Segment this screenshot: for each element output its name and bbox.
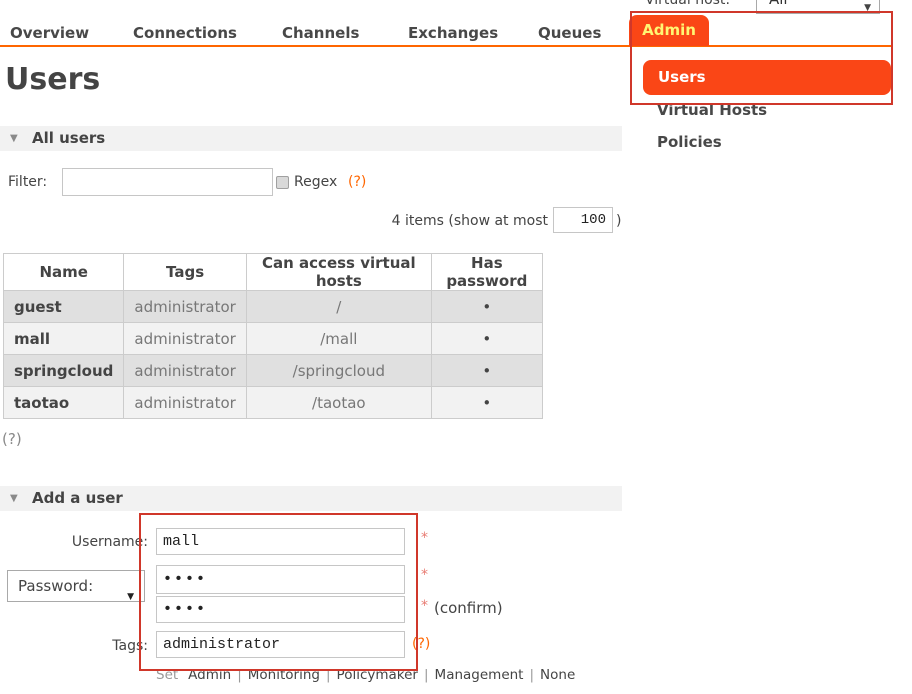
tags-help-link[interactable]: (?) [412, 636, 430, 652]
col-header-name: Name [4, 254, 124, 291]
user-vhosts: / [246, 291, 431, 323]
password-mode-selected-value: Password: [18, 577, 93, 595]
confirm-note: (confirm) [434, 599, 503, 617]
tag-presets-row: Set Admin | Monitoring | Policymaker | Manageme… [156, 667, 575, 683]
add-user-section-header[interactable]: ▼ Add a user [0, 486, 622, 511]
separator: | [237, 667, 242, 683]
collapse-triangle-icon: ▼ [10, 126, 18, 151]
tag-preset-monitoring[interactable]: Monitoring [248, 667, 320, 683]
table-row: mall administrator /mall • [4, 323, 543, 355]
items-count-text: 4 items (show at most [392, 213, 548, 229]
required-marker: * [421, 567, 428, 583]
table-row: springcloud administrator /springcloud • [4, 355, 543, 387]
table-help-link[interactable]: (?) [2, 430, 22, 448]
virtual-host-selected-value: All [769, 0, 788, 8]
virtual-host-select[interactable]: All ▼ [756, 0, 880, 14]
has-password-dot: • [431, 355, 542, 387]
user-name-link[interactable]: taotao [4, 387, 124, 419]
chevron-down-icon: ▼ [127, 582, 134, 612]
collapse-triangle-icon: ▼ [10, 486, 18, 511]
sidebar-item-policies[interactable]: Policies [657, 133, 722, 151]
add-user-section-title: Add a user [32, 486, 123, 511]
tab-exchanges[interactable]: Exchanges [408, 24, 498, 42]
regex-checkbox[interactable] [276, 176, 289, 189]
required-marker: * [421, 598, 428, 614]
table-header-row: Name Tags Can access virtual hosts Has p… [4, 254, 543, 291]
items-count-suffix: ) [616, 213, 621, 229]
filter-input[interactable] [62, 168, 273, 196]
user-vhosts: /springcloud [246, 355, 431, 387]
tab-admin-active[interactable]: Admin [629, 15, 709, 46]
tab-channels[interactable]: Channels [282, 24, 359, 42]
col-header-tags: Tags [124, 254, 246, 291]
nav-underline [0, 45, 891, 47]
separator: | [424, 667, 429, 683]
password-mode-select[interactable]: Password: ▼ [7, 570, 145, 602]
tags-input[interactable] [156, 631, 405, 658]
username-label: Username: [40, 534, 148, 550]
tab-queues[interactable]: Queues [538, 24, 601, 42]
user-vhosts: /mall [246, 323, 431, 355]
tag-preset-admin[interactable]: Admin [188, 667, 231, 683]
rabbitmq-admin-users-page: Virtual host: All ▼ Overview Connections… [0, 0, 912, 694]
password-input[interactable] [156, 565, 405, 594]
tag-preset-none[interactable]: None [540, 667, 575, 683]
user-name-link[interactable]: mall [4, 323, 124, 355]
show-at-most-input[interactable] [553, 207, 613, 233]
has-password-dot: • [431, 323, 542, 355]
chevron-down-icon: ▼ [864, 0, 871, 22]
sidebar-item-virtual-hosts[interactable]: Virtual Hosts [657, 101, 767, 119]
filter-label: Filter: [8, 174, 47, 190]
set-label: Set [156, 667, 178, 683]
password-confirm-input[interactable] [156, 596, 405, 623]
tab-overview[interactable]: Overview [10, 24, 89, 42]
has-password-dot: • [431, 291, 542, 323]
col-header-has-password: Has password [431, 254, 542, 291]
username-input[interactable] [156, 528, 405, 555]
users-table: Name Tags Can access virtual hosts Has p… [3, 253, 543, 419]
tag-preset-policymaker[interactable]: Policymaker [337, 667, 418, 683]
regex-label: Regex [294, 174, 337, 190]
tab-connections[interactable]: Connections [133, 24, 237, 42]
user-name-link[interactable]: guest [4, 291, 124, 323]
required-marker: * [421, 530, 428, 546]
user-tags: administrator [124, 387, 246, 419]
user-tags: administrator [124, 323, 246, 355]
table-row: taotao administrator /taotao • [4, 387, 543, 419]
regex-help-link[interactable]: (?) [348, 174, 366, 190]
all-users-section-title: All users [32, 126, 105, 151]
tags-label: Tags: [40, 638, 148, 654]
sidebar-item-users-active[interactable]: Users [643, 60, 891, 95]
virtual-host-label: Virtual host: [645, 0, 730, 8]
user-vhosts: /taotao [246, 387, 431, 419]
all-users-section-header[interactable]: ▼ All users [0, 126, 622, 151]
page-title: Users [5, 62, 100, 97]
col-header-vhosts: Can access virtual hosts [246, 254, 431, 291]
has-password-dot: • [431, 387, 542, 419]
user-tags: administrator [124, 291, 246, 323]
user-tags: administrator [124, 355, 246, 387]
separator: | [529, 667, 534, 683]
user-name-link[interactable]: springcloud [4, 355, 124, 387]
separator: | [326, 667, 331, 683]
tag-preset-management[interactable]: Management [435, 667, 524, 683]
table-row: guest administrator / • [4, 291, 543, 323]
